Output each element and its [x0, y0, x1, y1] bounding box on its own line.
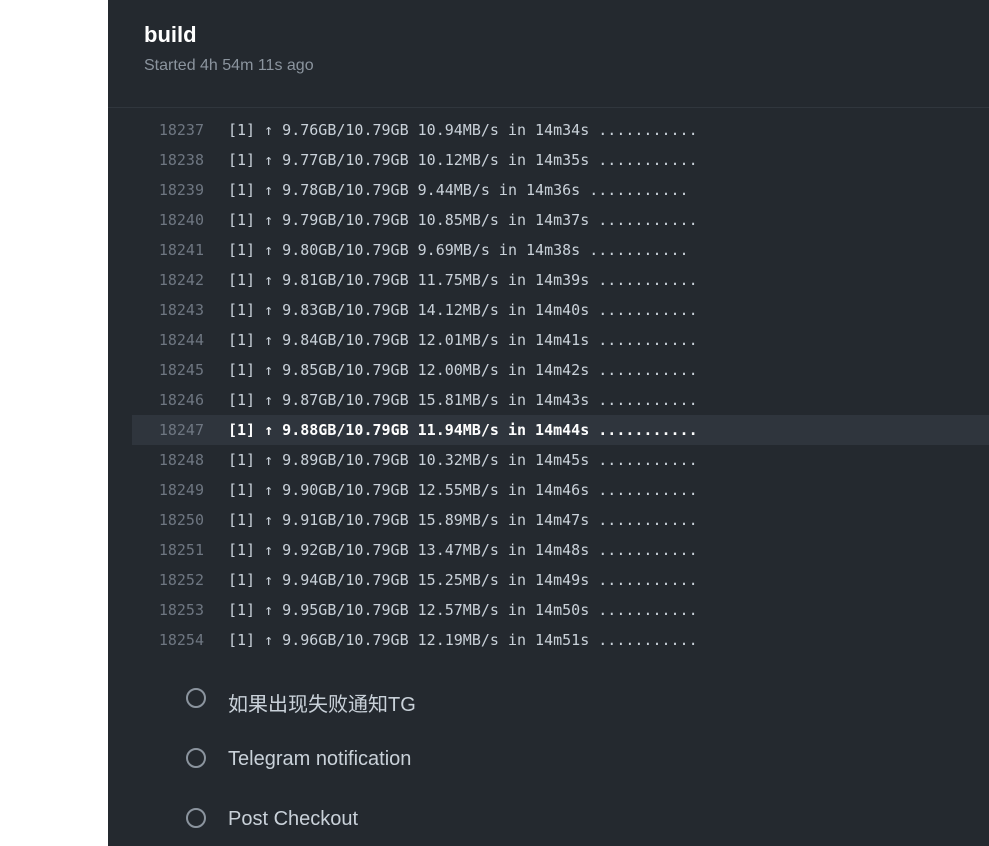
log-line[interactable]: 18238 [1] ↑ 9.77GB/10.79GB 10.12MB/s in 1…: [132, 145, 989, 175]
line-number[interactable]: 18254: [132, 625, 204, 655]
line-text: [1] ↑ 9.91GB/10.79GB 15.89MB/s in 14m47s…: [228, 511, 698, 529]
log-line[interactable]: 18241 [1] ↑ 9.80GB/10.79GB 9.69MB/s in 14…: [132, 235, 989, 265]
line-number[interactable]: 18253: [132, 595, 204, 625]
step-post-checkout[interactable]: Post Checkout: [108, 790, 989, 846]
log-line[interactable]: 18240 [1] ↑ 9.79GB/10.79GB 10.85MB/s in 1…: [132, 205, 989, 235]
line-number[interactable]: 18244: [132, 325, 204, 355]
line-number[interactable]: 18251: [132, 535, 204, 565]
line-text: [1] ↑ 9.79GB/10.79GB 10.85MB/s in 14m37s…: [228, 211, 698, 229]
line-text: [1] ↑ 9.81GB/10.79GB 11.75MB/s in 14m39s…: [228, 271, 698, 289]
log-line[interactable]: 18251 [1] ↑ 9.92GB/10.79GB 13.47MB/s in 1…: [132, 535, 989, 565]
line-number[interactable]: 18239: [132, 175, 204, 205]
line-number[interactable]: 18241: [132, 235, 204, 265]
job-started-time: Started 4h 54m 11s ago: [144, 57, 314, 74]
step-label: Post Checkout: [228, 808, 359, 830]
log-line[interactable]: 18237 [1] ↑ 9.76GB/10.79GB 10.94MB/s in 1…: [132, 115, 989, 145]
step-label: 如果出现失败通知TG: [228, 694, 416, 716]
log-line[interactable]: 18245 [1] ↑ 9.85GB/10.79GB 12.00MB/s in 1…: [132, 355, 989, 385]
step-notify-on-failure[interactable]: 如果出现失败通知TG: [108, 670, 989, 730]
line-number[interactable]: 18246: [132, 385, 204, 415]
line-number[interactable]: 18245: [132, 355, 204, 385]
line-text: [1] ↑ 9.89GB/10.79GB 10.32MB/s in 14m45s…: [228, 451, 698, 469]
line-number[interactable]: 18238: [132, 145, 204, 175]
line-text: [1] ↑ 9.94GB/10.79GB 15.25MB/s in 14m49s…: [228, 571, 698, 589]
line-text: [1] ↑ 9.92GB/10.79GB 13.47MB/s in 14m48s…: [228, 541, 698, 559]
line-text: [1] ↑ 9.76GB/10.79GB 10.94MB/s in 14m34s…: [228, 121, 698, 139]
line-text: [1] ↑ 9.80GB/10.79GB 9.69MB/s in 14m38s …: [228, 241, 689, 259]
line-text: [1] ↑ 9.77GB/10.79GB 10.12MB/s in 14m35s…: [228, 151, 698, 169]
step-label: Telegram notification: [228, 748, 412, 770]
line-number[interactable]: 18240: [132, 205, 204, 235]
line-text: [1] ↑ 9.83GB/10.79GB 14.12MB/s in 14m40s…: [228, 301, 698, 319]
line-text: [1] ↑ 9.96GB/10.79GB 12.19MB/s in 14m51s…: [228, 631, 698, 649]
log-line[interactable]: 18239 [1] ↑ 9.78GB/10.79GB 9.44MB/s in 14…: [132, 175, 989, 205]
line-number[interactable]: 18250: [132, 505, 204, 535]
step-telegram-notification[interactable]: Telegram notification: [108, 730, 989, 790]
line-number[interactable]: 18252: [132, 565, 204, 595]
line-number[interactable]: 18249: [132, 475, 204, 505]
pending-circle-icon: [186, 808, 206, 828]
line-number[interactable]: 18242: [132, 265, 204, 295]
log-line[interactable]: 18248 [1] ↑ 9.89GB/10.79GB 10.32MB/s in 1…: [132, 445, 989, 475]
log-line[interactable]: 18242 [1] ↑ 9.81GB/10.79GB 11.75MB/s in 1…: [132, 265, 989, 295]
job-title: build: [144, 22, 197, 47]
line-text: [1] ↑ 9.95GB/10.79GB 12.57MB/s in 14m50s…: [228, 601, 698, 619]
line-text: [1] ↑ 9.84GB/10.79GB 12.01MB/s in 14m41s…: [228, 331, 698, 349]
line-text: [1] ↑ 9.85GB/10.79GB 12.00MB/s in 14m42s…: [228, 361, 698, 379]
job-log-panel: build Started 4h 54m 11s ago 18237 [1] ↑ …: [108, 0, 989, 846]
log-line[interactable]: 18252 [1] ↑ 9.94GB/10.79GB 15.25MB/s in 1…: [132, 565, 989, 595]
line-number[interactable]: 18248: [132, 445, 204, 475]
log-line[interactable]: 18250 [1] ↑ 9.91GB/10.79GB 15.89MB/s in 1…: [132, 505, 989, 535]
log-line[interactable]: 18254 [1] ↑ 9.96GB/10.79GB 12.19MB/s in 1…: [132, 625, 989, 655]
pending-circle-icon: [186, 688, 206, 708]
pending-circle-icon: [186, 748, 206, 768]
log-line[interactable]: 18244 [1] ↑ 9.84GB/10.79GB 12.01MB/s in 1…: [132, 325, 989, 355]
line-number[interactable]: 18237: [132, 115, 204, 145]
job-header: build Started 4h 54m 11s ago: [108, 0, 989, 108]
log-line[interactable]: 18253 [1] ↑ 9.95GB/10.79GB 12.57MB/s in 1…: [132, 595, 989, 625]
log-line[interactable]: 18249 [1] ↑ 9.90GB/10.79GB 12.55MB/s in 1…: [132, 475, 989, 505]
log-line[interactable]: 18246 [1] ↑ 9.87GB/10.79GB 15.81MB/s in 1…: [132, 385, 989, 415]
log-line[interactable]: 18243 [1] ↑ 9.83GB/10.79GB 14.12MB/s in 1…: [132, 295, 989, 325]
log-line-highlighted[interactable]: 18247 [1] ↑ 9.88GB/10.79GB 11.94MB/s in 1…: [132, 415, 989, 445]
line-text: [1] ↑ 9.87GB/10.79GB 15.81MB/s in 14m43s…: [228, 391, 698, 409]
left-gutter: [0, 0, 108, 846]
line-number[interactable]: 18247: [132, 415, 204, 445]
log-output[interactable]: 18237 [1] ↑ 9.76GB/10.79GB 10.94MB/s in 1…: [132, 115, 989, 655]
line-text: [1] ↑ 9.78GB/10.79GB 9.44MB/s in 14m36s …: [228, 181, 689, 199]
line-text: [1] ↑ 9.88GB/10.79GB 11.94MB/s in 14m44s…: [228, 421, 698, 439]
line-number[interactable]: 18243: [132, 295, 204, 325]
job-steps: 如果出现失败通知TG Telegram notification Post Ch…: [108, 670, 989, 846]
line-text: [1] ↑ 9.90GB/10.79GB 12.55MB/s in 14m46s…: [228, 481, 698, 499]
